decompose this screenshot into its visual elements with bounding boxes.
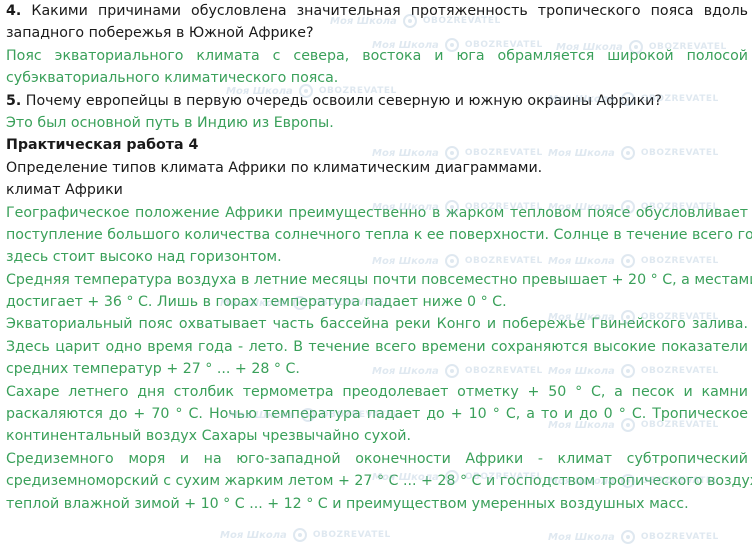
answer-4-line-1: Пояс экваториального климата с севера, в… <box>6 47 748 64</box>
practical-task: Определение типов климата Африки по клим… <box>6 159 543 176</box>
practical-heading: Практическая работа 4 <box>6 137 199 154</box>
paragraph-1: Географическое положение Африки преимуще… <box>6 202 752 269</box>
paragraph-1-line-2: поступление большого количества солнечно… <box>6 226 752 243</box>
watermark: Моя Школа OBOZREVATEL <box>548 530 719 544</box>
paragraph-1-line-3: здесь стоит высоко над горизонтом. <box>6 249 282 266</box>
question-4-line-1: 4. Какими причинами обусловлена значител… <box>6 0 748 22</box>
question-4-line-2: западного побережья в Южной Африке? <box>6 25 314 42</box>
paragraph-5-line-2: средиземноморский с сухим жарким летом +… <box>6 473 752 490</box>
question-5-number: 5. <box>6 92 22 109</box>
watermark-site: OBOZREVATEL <box>640 532 719 542</box>
watermark: Моя Школа OBOZREVATEL <box>220 528 391 542</box>
watermark-site: OBOZREVATEL <box>312 530 391 540</box>
paragraph-4-line-3: континентальный воздух Сахары чрезвычайн… <box>6 428 411 445</box>
watermark-brand: Моя Школа <box>220 529 287 541</box>
paragraph-3-line-3: средних температур + 27 ° ... + 28 ° С. <box>6 361 300 378</box>
practical-subtitle: климат Африки <box>6 182 123 199</box>
paragraph-3: Экваториальный пояс охватывает часть бас… <box>6 313 748 380</box>
question-4-text: Какими причинами обусловлена значительна… <box>31 3 749 19</box>
paragraph-2: Средняя температура воздуха в летние мес… <box>6 269 752 314</box>
question-5: 5. Почему европейцы в первую очередь осв… <box>6 90 748 112</box>
document-page: 4. Какими причинами обусловлена значител… <box>6 0 752 515</box>
paragraph-3-line-2: Здесь царит одно время года - лето. В те… <box>6 338 748 355</box>
paragraph-5-line-3: теплой влажной зимой + 10 ° С ... + 12 °… <box>6 495 689 512</box>
question-5-text: Почему европейцы в первую очередь освоил… <box>25 92 662 109</box>
paragraph-4: Сахаре летнего дня столбик термометра пр… <box>6 381 748 448</box>
paragraph-4-line-1: Сахаре летнего дня столбик термометра пр… <box>6 383 748 400</box>
watermark-brand: Моя Школа <box>548 531 615 543</box>
answer-4-line-2: субэкваториального климатического пояса. <box>6 70 339 87</box>
paragraph-2-line-2: достигает + 36 ° С. Лишь в горах темпера… <box>6 294 507 311</box>
paragraph-3-line-1: Экваториальный пояс охватывает часть бас… <box>6 316 748 333</box>
paragraph-5: Средиземного моря и на юго-западной окон… <box>6 448 752 515</box>
paragraph-4-line-2: раскаляются до + 70 ° С. Ночью температу… <box>6 406 748 423</box>
paragraph-1-line-1: Географическое положение Африки преимуще… <box>6 204 748 221</box>
watermark-logo-icon <box>292 528 307 542</box>
question-4-number: 4. <box>6 3 22 19</box>
watermark-logo-icon <box>620 530 635 544</box>
answer-5: Это был основной путь в Индию из Европы. <box>6 114 334 131</box>
paragraph-5-line-1: Средиземного моря и на юго-западной окон… <box>6 450 748 467</box>
paragraph-2-line-1: Средняя температура воздуха в летние мес… <box>6 271 752 288</box>
